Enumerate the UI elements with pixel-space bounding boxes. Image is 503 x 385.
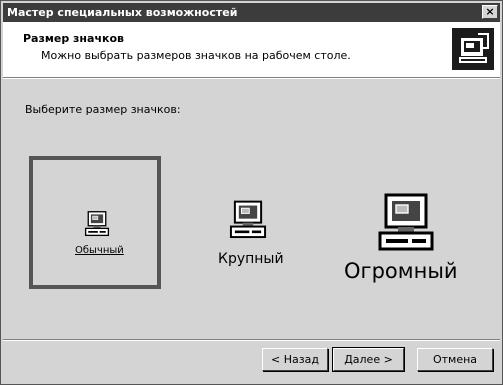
prompt-label: Выберите размер значков: [25, 103, 181, 116]
next-button[interactable]: Далее > [332, 347, 405, 372]
title-bar: Мастер специальных возможностей × [3, 3, 500, 22]
option-huge[interactable]: Огромный [336, 191, 476, 286]
computer-icon [378, 193, 434, 251]
window-title: Мастер специальных возможностей [7, 6, 238, 19]
option-normal[interactable]: Обычный [29, 156, 161, 289]
header-subtitle: Можно выбрать размеров значков на рабоче… [41, 49, 351, 62]
computer-icon [229, 200, 267, 239]
wizard-header: Размер значков Можно выбрать размеров зн… [3, 22, 500, 77]
wizard-icon [452, 28, 494, 70]
cancel-button[interactable]: Отмена [417, 348, 493, 371]
computer-icon [84, 211, 110, 237]
option-label-normal: Обычный [75, 245, 124, 256]
header-separator [3, 77, 500, 79]
wizard-window: Мастер специальных возможностей × Размер… [0, 0, 503, 385]
option-label-huge: Огромный [344, 259, 458, 283]
close-button[interactable]: × [482, 5, 498, 19]
header-title: Размер значков [23, 32, 124, 45]
option-label-large: Крупный [218, 251, 284, 267]
option-large[interactable]: Крупный [209, 199, 299, 269]
back-button[interactable]: < Назад [262, 348, 328, 371]
footer-separator [3, 339, 500, 341]
